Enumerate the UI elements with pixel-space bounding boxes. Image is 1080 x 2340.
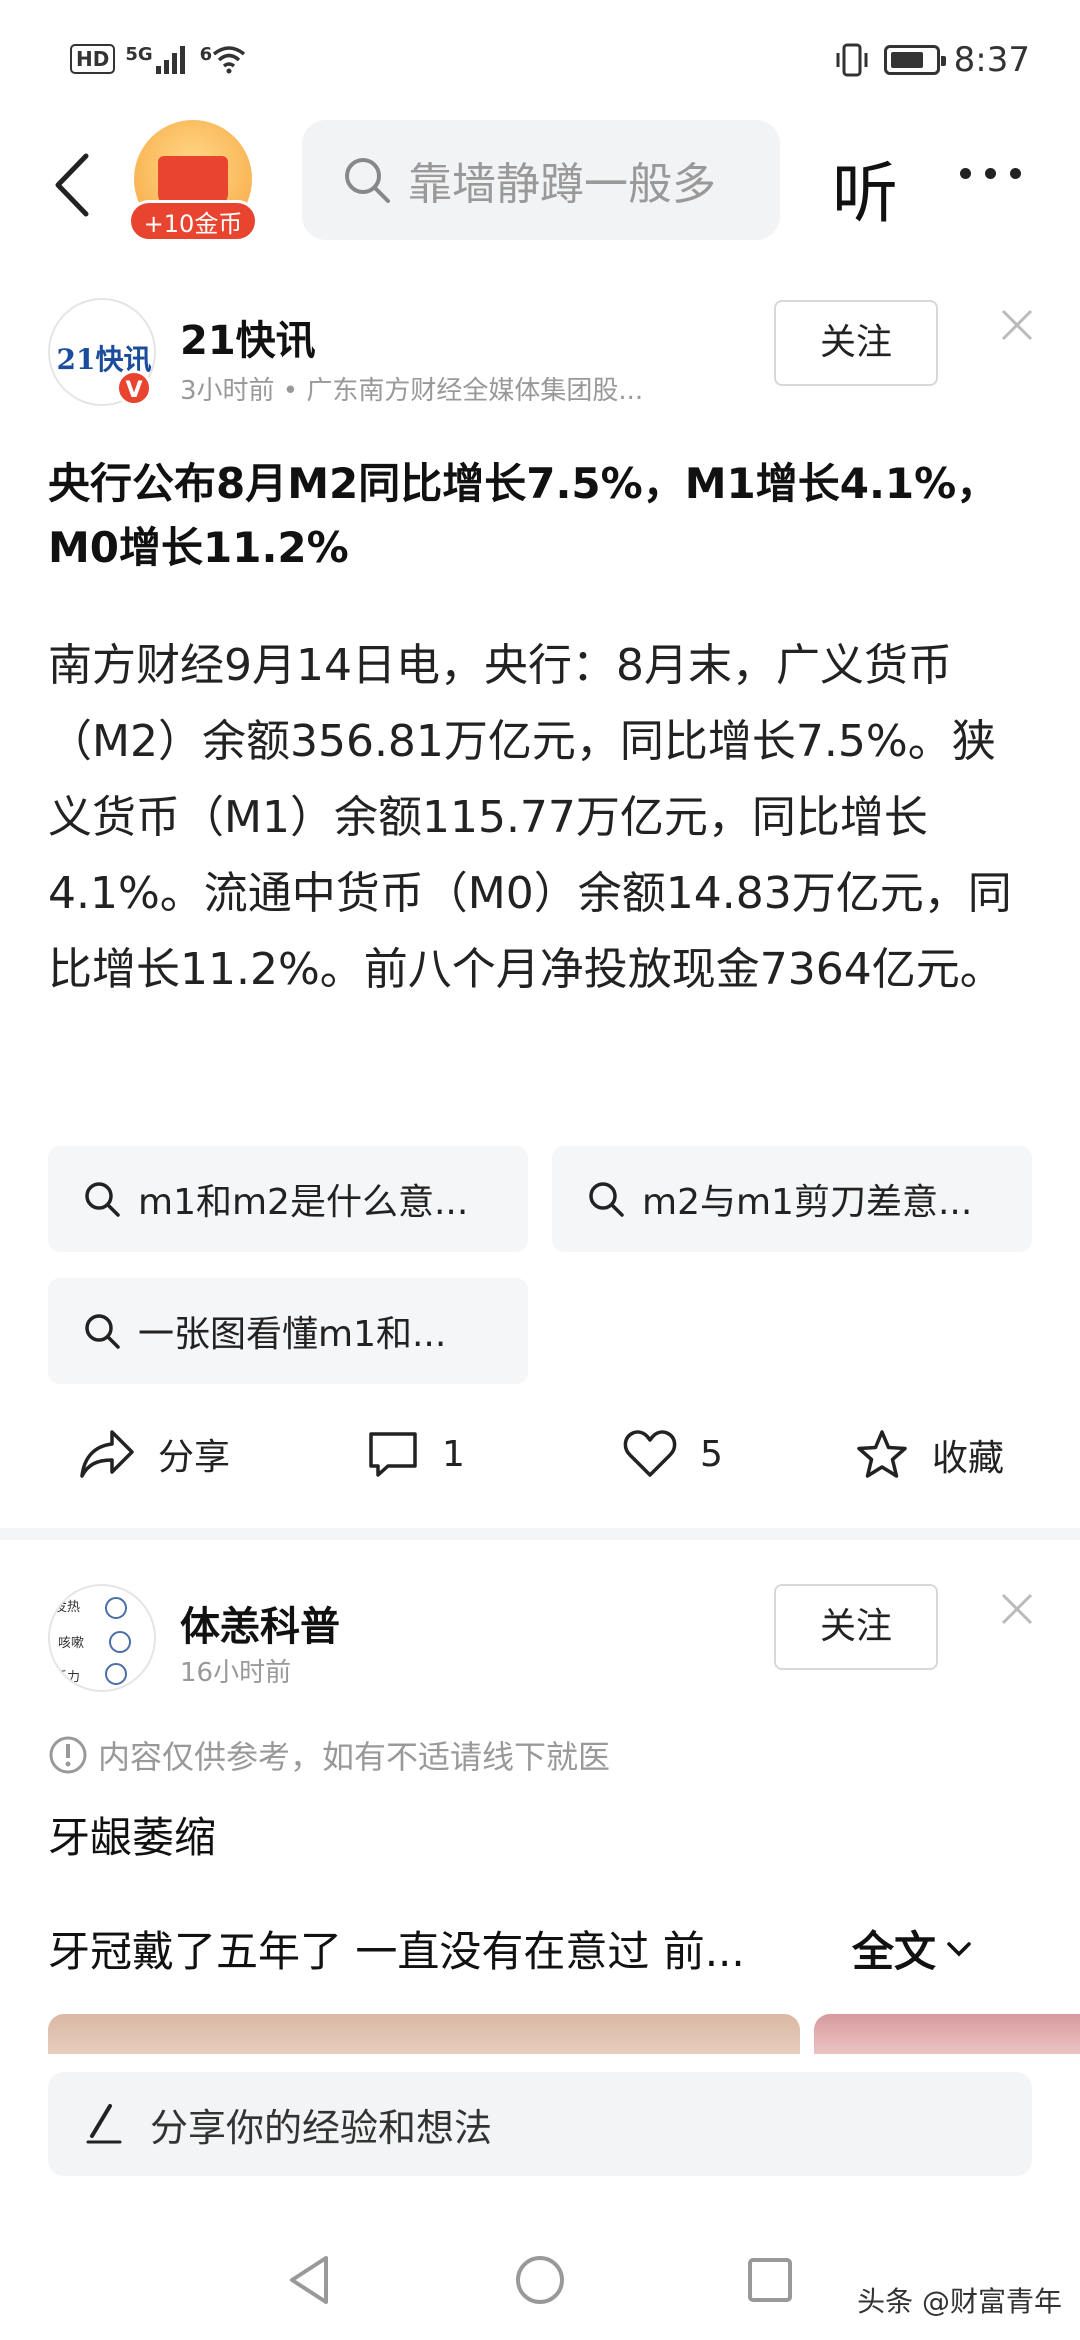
avatar-label: 咳嗽 (58, 1636, 85, 1651)
search-icon (85, 1182, 120, 1217)
related-search-chip[interactable]: m2与m1剪刀差意... (552, 1146, 1032, 1252)
status-bar: HD 5G 6 8:37 (0, 0, 1080, 120)
share-label: 分享 (158, 1437, 231, 1478)
comment-input-bar[interactable]: 分享你的经验和想法 (48, 2072, 1032, 2176)
share-icon (80, 1430, 134, 1478)
related-search-text: m1和m2是什么意... (138, 1182, 469, 1223)
related-search-text: m2与m1剪刀差意... (642, 1182, 973, 1223)
search-placeholder: 靠墙静蹲一般多 (408, 159, 716, 210)
comment-icon (369, 1432, 417, 1477)
post-meta: 16小时前 (180, 1658, 292, 1688)
search-icon (589, 1182, 624, 1217)
fulltext-label: 全文 (852, 1927, 937, 1976)
post-image-thumbnail[interactable] (814, 2014, 1080, 2054)
medical-disclaimer: 内容仅供参考，如有不适请线下就医 (48, 1732, 610, 1778)
post-body[interactable]: 南方财经9月14日电，央行：8月末，广义货币（M2）余额356.81万亿元，同比… (48, 628, 1038, 1008)
coin-reward-label: +10金币 (128, 200, 258, 242)
favorite-label: 收藏 (932, 1438, 1005, 1479)
dot (985, 168, 996, 179)
related-search-chip[interactable]: 一张图看懂m1和... (48, 1278, 528, 1384)
nav-back-icon[interactable] (284, 2252, 334, 2308)
post-meta: 3小时前 • 广东南方财经全媒体集团股... (180, 376, 644, 406)
author-name[interactable]: 体恙科普 (180, 1594, 340, 1652)
wifi-label: 6 (199, 44, 213, 65)
chevron-down-icon (947, 1941, 971, 1956)
vibrate-icon (836, 43, 868, 77)
favorite-button[interactable]: 收藏 (854, 1428, 1004, 1482)
related-search-text: 一张图看懂m1和... (138, 1314, 447, 1355)
listen-button[interactable]: 听 (832, 140, 898, 236)
coin-reward-badge[interactable]: +10金币 (128, 120, 258, 242)
like-count: 5 (700, 1433, 723, 1475)
search-icon (85, 1314, 120, 1349)
share-button[interactable]: 分享 (78, 1428, 230, 1480)
signal-label: 5G (125, 44, 153, 65)
status-bar-right: 8:37 (834, 40, 1030, 80)
info-icon (49, 1736, 87, 1774)
pen-icon (86, 2104, 122, 2144)
search-icon (345, 158, 390, 203)
comment-button[interactable]: 1 (366, 1428, 465, 1480)
search-box[interactable]: 靠墙静蹲一般多 (302, 120, 780, 240)
close-icon[interactable] (1000, 1592, 1034, 1626)
avatar-label: 发热 (54, 1600, 81, 1615)
avatar-label: 乏力 (54, 1670, 81, 1685)
post-image-thumbnail[interactable] (48, 2014, 800, 2054)
author-avatar[interactable]: 发热 咳嗽 乏力 (48, 1584, 156, 1692)
related-search-chip[interactable]: m1和m2是什么意... (48, 1146, 528, 1252)
like-button[interactable]: 5 (622, 1428, 723, 1480)
hd-indicator: HD (70, 44, 116, 74)
status-bar-left: HD 5G 6 (70, 44, 246, 74)
post-headline[interactable]: 央行公布8月M2同比增长7.5%，M1增长4.1%，M0增长11.2% (48, 452, 1028, 580)
star-icon (857, 1430, 907, 1478)
wifi-waves-icon (213, 46, 246, 74)
clock: 8:37 (953, 40, 1030, 80)
battery-icon (883, 45, 946, 75)
wifi-icon: 6 (200, 44, 247, 74)
author-name[interactable]: 21快讯 (180, 308, 316, 366)
nav-recents-icon[interactable] (746, 2256, 794, 2304)
feed-divider (0, 1528, 1080, 1540)
dot (1010, 168, 1021, 179)
follow-button[interactable]: 关注 (774, 1584, 938, 1670)
follow-button[interactable]: 关注 (774, 300, 938, 386)
signal-bars-icon (155, 46, 185, 74)
post-title[interactable]: 牙龈萎缩 (48, 1804, 216, 1865)
comment-count: 1 (442, 1433, 465, 1475)
more-icon[interactable] (960, 168, 1021, 179)
expand-fulltext-button[interactable]: 全文 (852, 1918, 974, 1979)
back-arrow-icon[interactable] (48, 150, 98, 220)
watermark: 头条 @财富青年 (857, 2285, 1062, 2318)
heart-icon (623, 1430, 677, 1477)
cellular-signal-icon: 5G (125, 44, 189, 74)
nav-home-icon[interactable] (514, 2254, 566, 2306)
close-icon[interactable] (1000, 308, 1034, 342)
dot (960, 168, 971, 179)
comment-placeholder: 分享你的经验和想法 (150, 2105, 493, 2150)
post-body-preview[interactable]: 牙冠戴了五年了 一直没有在意过 前... (48, 1918, 745, 1979)
verified-badge-icon: V (116, 370, 152, 406)
disclaimer-text: 内容仅供参考，如有不适请线下就医 (98, 1738, 611, 1776)
